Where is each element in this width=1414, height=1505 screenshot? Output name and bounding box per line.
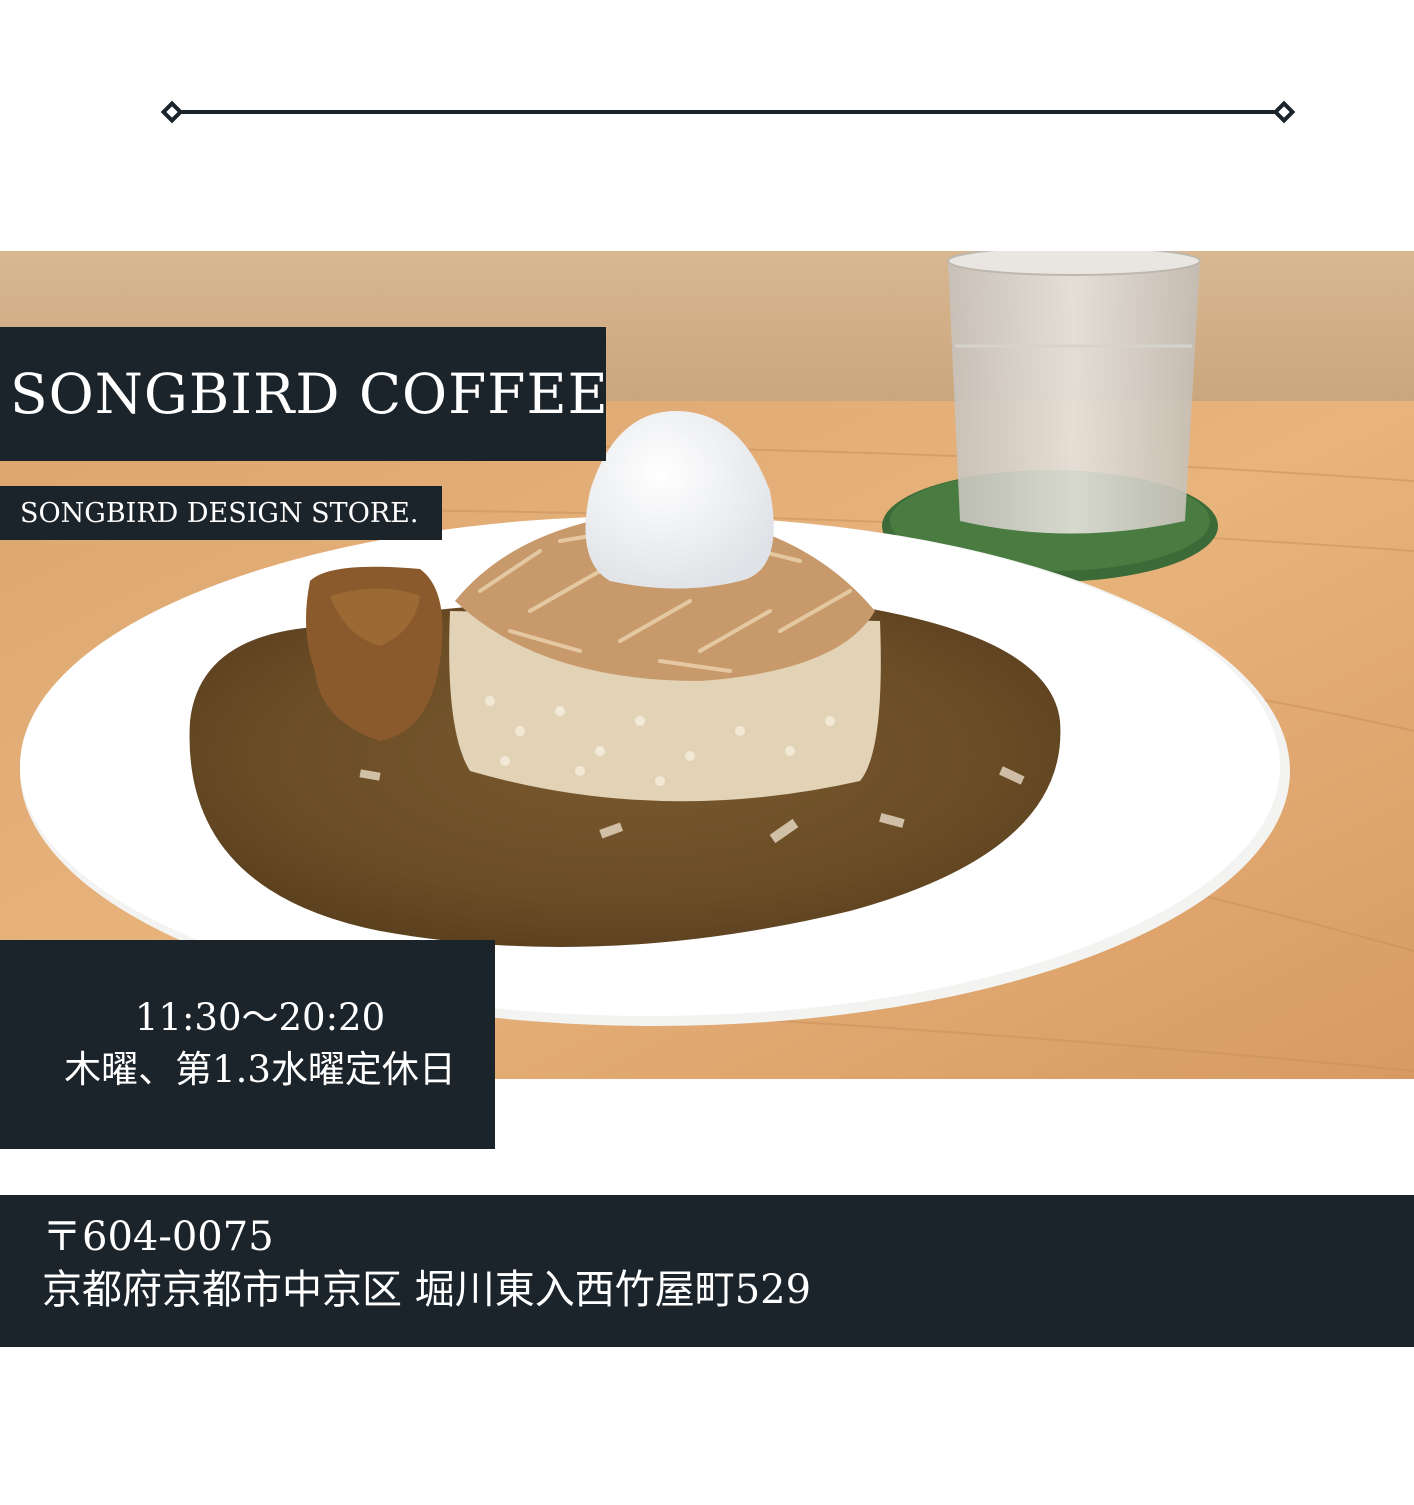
title-banner: SONGBIRD COFFEE [0, 327, 609, 461]
store-subtitle: SONGBIRD DESIGN STORE. [20, 497, 419, 529]
hours-panel [0, 940, 495, 1149]
subtitle-banner: SONGBIRD DESIGN STORE. [0, 486, 442, 540]
postal-code: 〒604-0075 [42, 1214, 274, 1260]
decorative-divider [160, 100, 1296, 124]
store-title: SONGBIRD COFFEE [10, 361, 609, 426]
opening-hours: 11:30〜20:20 [134, 996, 386, 1039]
closed-days: 木曜、第1.3水曜定休日 [64, 1048, 456, 1091]
street-address: 京都府京都市中京区 堀川東入西竹屋町529 [42, 1267, 812, 1313]
